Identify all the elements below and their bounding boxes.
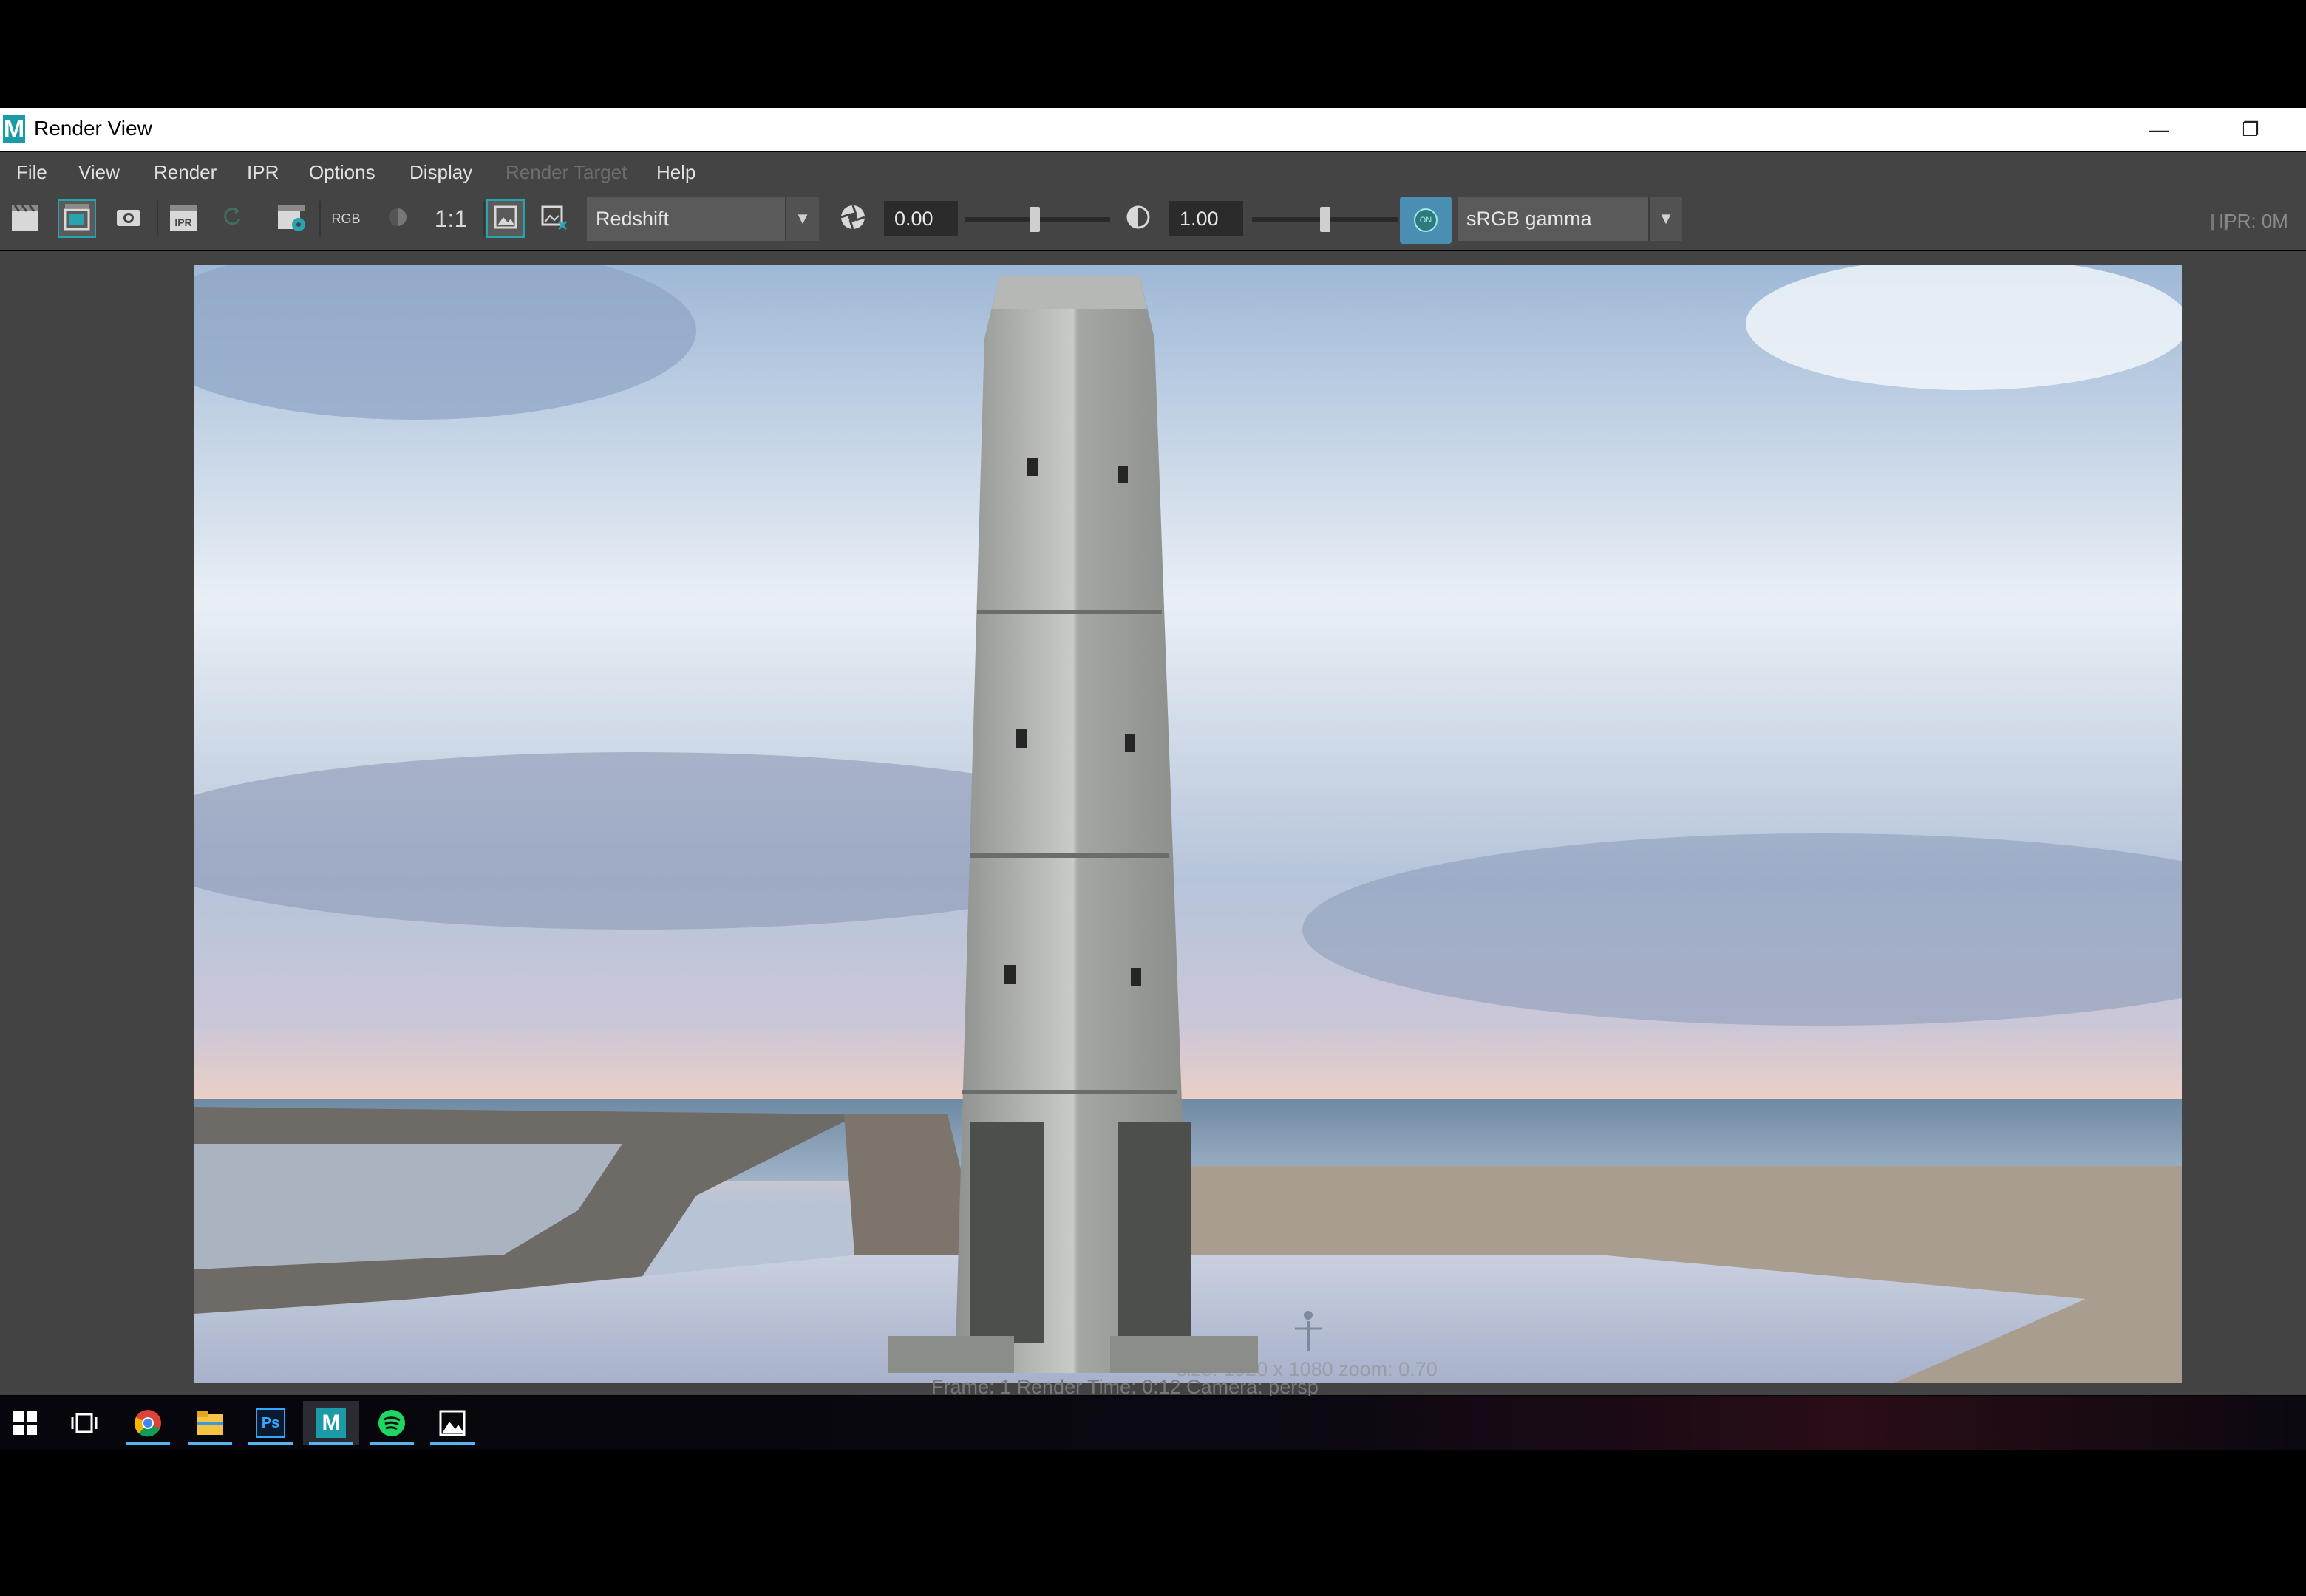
ipr-render-icon[interactable]: IPR (166, 201, 201, 236)
render-area: size: 1920 x 1080 zoom: 0.70 Frame: 1 Re… (0, 251, 2306, 1398)
task-running-indicator (126, 1442, 170, 1445)
toolbar-separator (157, 201, 158, 236)
real-size-label: 1:1 (434, 205, 468, 232)
rgb-channel-icon[interactable]: RGB (328, 201, 364, 236)
task-running-indicator (430, 1442, 475, 1445)
color-space-dropdown[interactable]: sRGB gamma ▼ (1458, 197, 1682, 241)
gamma-icon[interactable] (1120, 201, 1156, 236)
photos-icon[interactable] (424, 1401, 480, 1445)
snapshot-camera-icon[interactable] (111, 201, 146, 236)
exposure-aperture-icon[interactable] (835, 201, 871, 236)
keep-image-icon[interactable] (486, 200, 525, 238)
renderer-value: Redshift (596, 208, 670, 230)
color-management-toggle[interactable]: ON (1400, 197, 1452, 244)
menu-options[interactable]: Options (309, 161, 375, 184)
toolbar-separator (483, 201, 485, 236)
windows-start-icon[interactable] (0, 1401, 53, 1445)
chevron-down-icon[interactable]: ▼ (785, 197, 819, 241)
svg-text:IPR: IPR (174, 216, 191, 228)
menu-ipr[interactable]: IPR (247, 161, 279, 184)
windows-taskbar: Ps M (0, 1396, 2306, 1450)
spotify-icon[interactable] (364, 1401, 420, 1445)
rendered-image[interactable]: size: 1920 x 1080 zoom: 0.70 (194, 265, 2182, 1383)
render-frame-info: Frame: 1 Render Time: 0:12 Camera: persp (931, 1376, 1319, 1398)
color-management-on-label: ON (1414, 208, 1438, 232)
file-explorer-icon[interactable] (182, 1401, 238, 1445)
remove-image-icon[interactable] (537, 201, 572, 236)
photoshop-label: Ps (256, 1408, 285, 1438)
menu-help[interactable]: Help (656, 161, 695, 184)
menu-view[interactable]: View (78, 161, 120, 184)
ipr-refresh-icon (214, 201, 250, 236)
maya-label: M (316, 1408, 346, 1438)
renderer-dropdown[interactable]: Redshift ▼ (587, 197, 819, 241)
toolbar-separator (319, 201, 321, 236)
render-clapper-icon[interactable] (7, 201, 43, 236)
gamma-input[interactable]: 1.00 (1169, 201, 1243, 236)
menu-file[interactable]: File (16, 161, 47, 184)
render-toolbar: IPR RGB 1:1 Redshift ▼ 0.00 1.00 ON sRGB… (0, 191, 2306, 250)
menu-render[interactable]: Render (154, 161, 217, 184)
render-settings-icon[interactable] (273, 201, 309, 236)
rgb-channel-label: RGB (331, 211, 361, 226)
maya-logo-icon: M (3, 115, 25, 143)
exposure-slider-handle[interactable] (1030, 207, 1041, 232)
minimize-icon[interactable]: — (2126, 108, 2192, 151)
restore-icon[interactable]: ❐ (2217, 108, 2284, 151)
color-space-value: sRGB gamma (1466, 208, 1592, 230)
task-running-indicator (370, 1442, 414, 1445)
menu-display[interactable]: Display (409, 161, 472, 184)
rendered-lighthouse-image (194, 265, 2182, 1383)
window-title-bar: M Render View — ❐ (0, 108, 2306, 151)
menu-render-target: Render Target (506, 161, 627, 183)
task-running-indicator (188, 1442, 232, 1445)
chevron-down-icon[interactable]: ▼ (1648, 197, 1682, 241)
exposure-input[interactable]: 0.00 (884, 201, 958, 236)
chrome-icon[interactable] (120, 1401, 176, 1445)
render-region-icon[interactable] (58, 200, 96, 238)
gamma-slider-handle[interactable] (1320, 207, 1330, 232)
real-size-button[interactable]: 1:1 (429, 201, 473, 236)
photoshop-icon[interactable]: Ps (242, 1401, 299, 1445)
maya-icon[interactable]: M (303, 1401, 359, 1445)
task-running-indicator (309, 1442, 353, 1445)
menu-bar: File View Render IPR Options Display Ren… (0, 152, 2306, 191)
window-title: Render View (34, 117, 152, 140)
task-running-indicator (248, 1442, 293, 1445)
ipr-status-text: IPR: 0M (2219, 210, 2288, 232)
task-view-icon[interactable] (56, 1401, 112, 1445)
alpha-channel-icon[interactable] (380, 201, 415, 236)
